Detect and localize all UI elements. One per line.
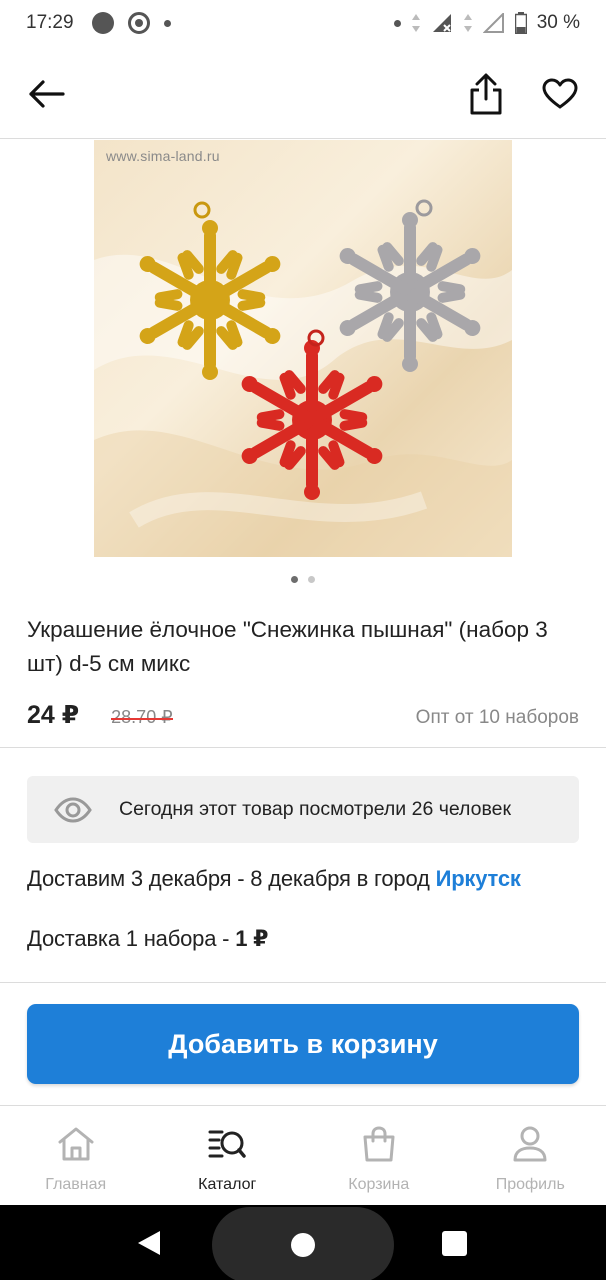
views-text: Сегодня этот товар посмотрели 26 человек [119, 798, 512, 820]
data-arrows-icon-2 [463, 14, 472, 32]
divider [0, 747, 606, 748]
divider [0, 982, 606, 983]
signal-icon [432, 14, 451, 32]
data-arrows-icon [411, 14, 420, 32]
back-button[interactable] [24, 72, 68, 116]
app-bar [0, 46, 606, 139]
shopping-bag-icon [361, 1124, 397, 1164]
arrow-left-icon [29, 80, 65, 108]
price-row: 24 ₽ 28.70 ₽ Опт от 10 наборов [27, 700, 579, 734]
chrome-icon [127, 12, 150, 34]
heart-outline-icon [542, 78, 578, 109]
pager-dot[interactable] [291, 576, 298, 583]
image-watermark: www.sima-land.ru [106, 148, 220, 164]
delivery-dates: Доставим 3 декабря - 8 декабря в город И… [27, 866, 521, 892]
delivery-dates-text: Доставим 3 декабря - 8 декабря в город [27, 866, 436, 891]
bottom-nav: Главная Каталог Корзина Профиль [0, 1105, 606, 1205]
wholesale-info: Опт от 10 наборов [415, 707, 579, 728]
home-dot-icon [291, 1233, 315, 1257]
nav-label: Каталог [198, 1176, 257, 1193]
product-image[interactable]: www.sima-land.ru [94, 140, 512, 557]
more-notifications-icon [163, 19, 171, 27]
image-pager [0, 576, 606, 586]
home-icon [57, 1124, 95, 1164]
nav-item-home[interactable]: Главная [0, 1106, 152, 1205]
current-price: 24 ₽ [27, 701, 80, 729]
battery-level: 30 % [536, 12, 580, 33]
nav-label: Профиль [495, 1176, 565, 1193]
add-to-cart-button[interactable]: Добавить в корзину [27, 1004, 579, 1084]
status-time: 17:29 [26, 12, 74, 33]
delivery-cost-label: Доставка 1 набора - [27, 926, 236, 951]
product-photo [94, 140, 512, 557]
share-button[interactable] [464, 70, 508, 118]
share-icon [470, 73, 502, 115]
nav-item-cart[interactable]: Корзина [303, 1106, 455, 1205]
nav-item-catalog[interactable]: Каталог [152, 1106, 304, 1205]
nav-label: Главная [45, 1176, 107, 1193]
views-banner: Сегодня этот товар посмотрели 26 человек [27, 776, 579, 843]
favorite-button[interactable] [538, 72, 582, 116]
nav-label: Корзина [348, 1176, 410, 1193]
status-left: 17:29 [26, 12, 171, 34]
system-nav-bar [0, 1205, 606, 1280]
delivery-cost-value: 1 ₽ [235, 926, 269, 951]
notification-icon [91, 12, 114, 34]
eye-icon [27, 796, 119, 823]
system-home-button[interactable] [212, 1207, 394, 1280]
signal-empty-icon [482, 13, 504, 33]
profile-icon [512, 1124, 548, 1164]
pager-dot[interactable] [308, 576, 315, 583]
catalog-search-icon [208, 1124, 246, 1164]
nav-item-profile[interactable]: Профиль [455, 1106, 606, 1205]
old-price: 28.70 ₽ [111, 707, 173, 727]
system-recents-icon[interactable] [442, 1231, 467, 1256]
notification-dot-icon [393, 19, 401, 27]
status-right: 30 % [393, 12, 580, 34]
battery-icon [514, 12, 527, 34]
status-bar: 17:29 30 % [0, 0, 606, 46]
delivery-cost: Доставка 1 набора - 1 ₽ [27, 926, 268, 952]
product-title: Украшение ёлочное "Снежинка пышная" (наб… [27, 617, 548, 676]
system-back-icon[interactable] [136, 1229, 162, 1257]
city-link[interactable]: Иркутск [436, 866, 521, 891]
